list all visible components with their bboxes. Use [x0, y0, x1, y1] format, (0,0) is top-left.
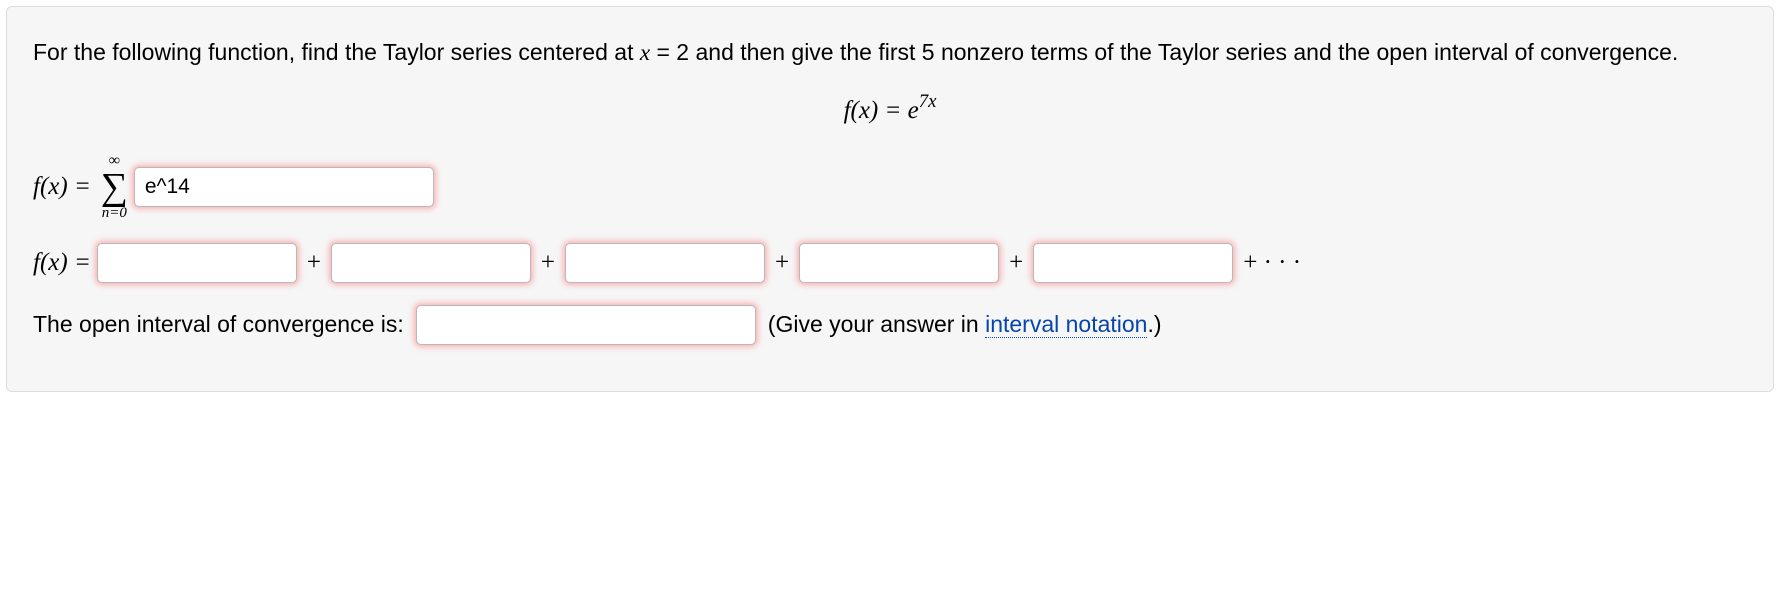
function-definition: f(x) = e7x — [33, 97, 1747, 125]
function-lhs: f(x) = e — [844, 97, 919, 124]
plus-2: + — [541, 249, 555, 277]
plus-1: + — [307, 249, 321, 277]
center-variable: x — [640, 40, 650, 65]
summation-symbol: ∞ ∑ n=0 — [101, 153, 128, 221]
prompt-text-1: For the following function, find the Tay… — [33, 39, 640, 65]
terms-lhs: f(x) = — [33, 249, 91, 277]
sum-lower-limit: n=0 — [102, 206, 127, 221]
series-lhs: f(x) = — [33, 173, 91, 201]
term-1-input[interactable] — [97, 243, 297, 283]
sigma-icon: ∑ — [101, 171, 128, 203]
expanded-terms-row: f(x) = + + + + + · · · — [33, 243, 1747, 283]
function-exponent: 7x — [919, 91, 937, 112]
equals-sign: = — [650, 39, 676, 65]
interval-label: The open interval of convergence is: — [33, 311, 404, 338]
series-sum-row: f(x) = ∞ ∑ n=0 — [33, 153, 1747, 221]
interval-row: The open interval of convergence is: (Gi… — [33, 305, 1747, 345]
interval-input[interactable] — [416, 305, 756, 345]
hint-suffix: .) — [1147, 311, 1161, 337]
term-3-input[interactable] — [565, 243, 765, 283]
hint-prefix: (Give your answer in — [768, 311, 985, 337]
term-5-input[interactable] — [1033, 243, 1233, 283]
interval-notation-link[interactable]: interval notation — [985, 311, 1147, 338]
term-2-input[interactable] — [331, 243, 531, 283]
plus-4: + — [1009, 249, 1023, 277]
prompt-text-2: and then give the first 5 nonzero terms … — [689, 39, 1678, 65]
series-tail: + · · · — [1243, 249, 1301, 277]
series-general-term-input[interactable] — [134, 167, 434, 207]
question-card: For the following function, find the Tay… — [6, 6, 1774, 392]
term-4-input[interactable] — [799, 243, 999, 283]
plus-3: + — [775, 249, 789, 277]
question-prompt: For the following function, find the Tay… — [33, 35, 1747, 71]
center-value: 2 — [676, 39, 689, 65]
interval-hint: (Give your answer in interval notation.) — [768, 311, 1162, 338]
